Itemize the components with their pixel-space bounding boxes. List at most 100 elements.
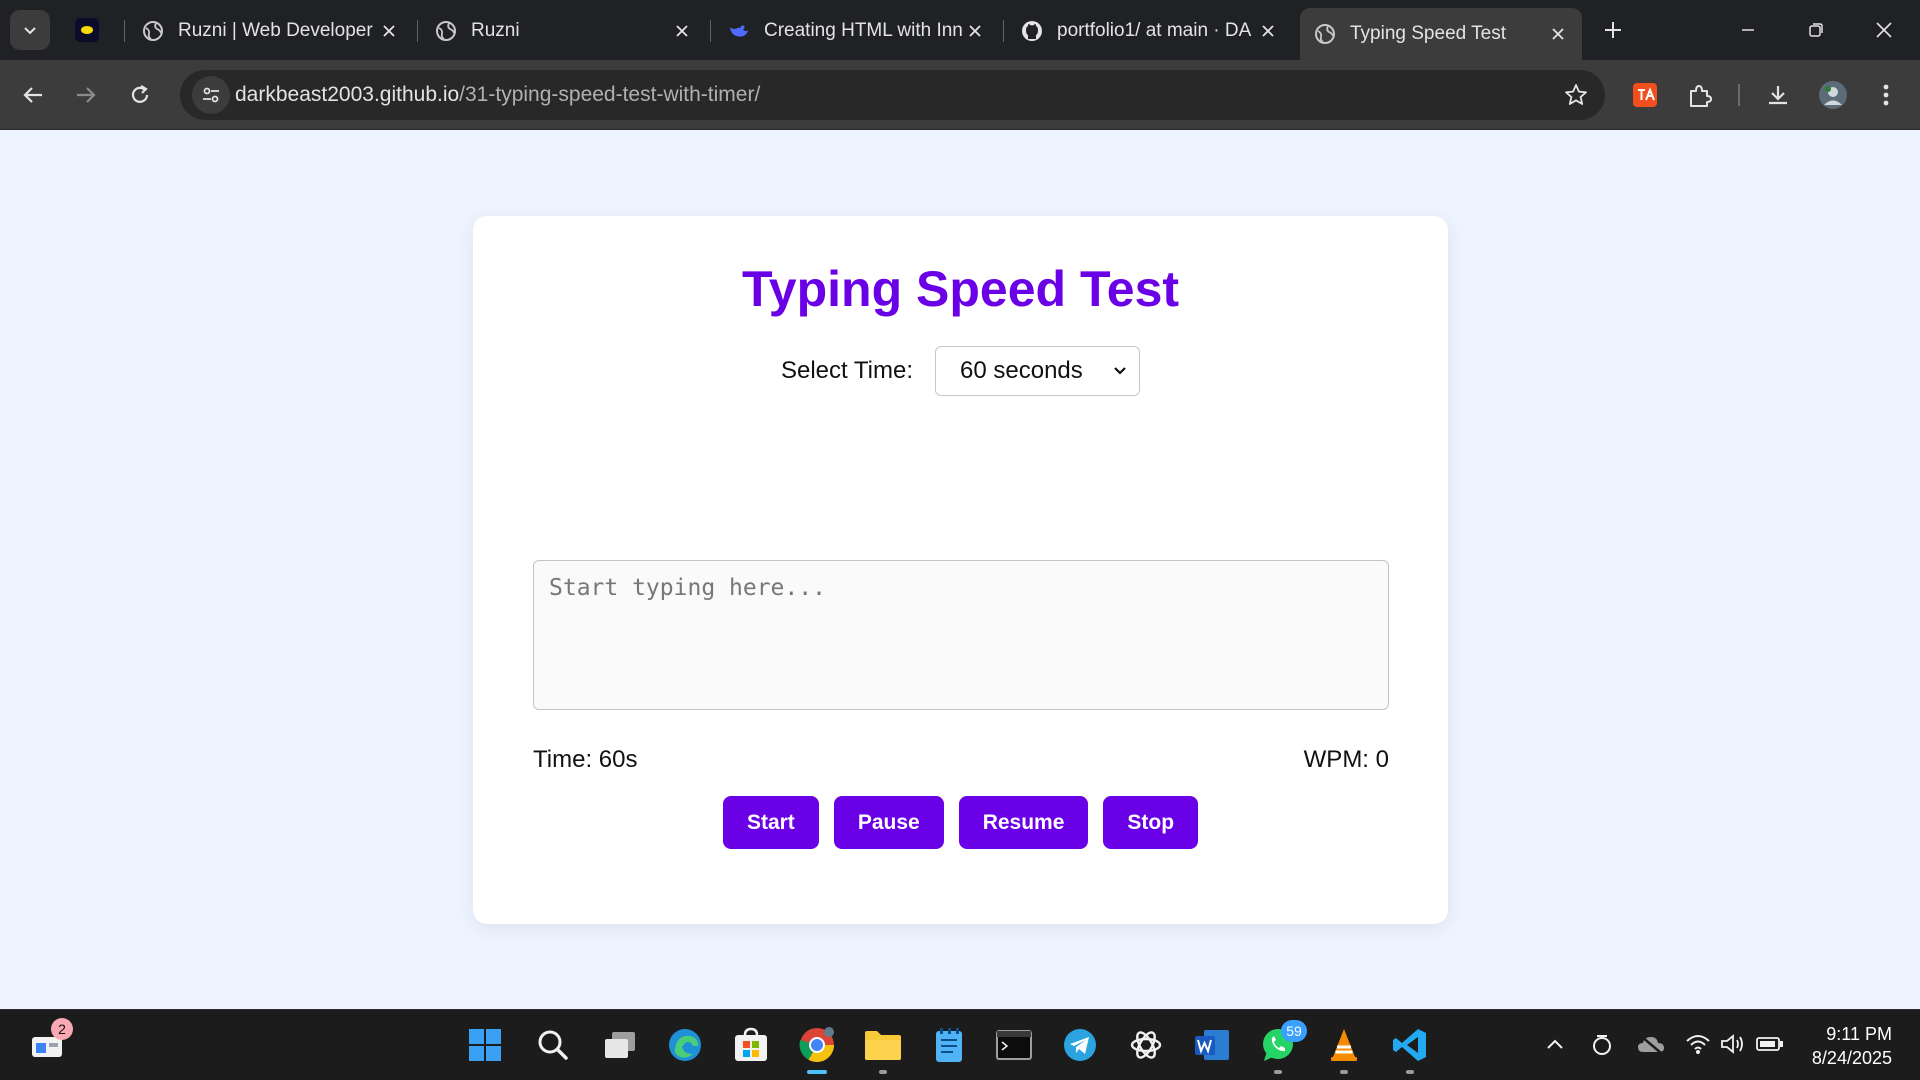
url-path: /31-typing-speed-test-with-timer/ bbox=[459, 83, 761, 106]
tab-creating-html[interactable]: Creating HTML with Inn bbox=[714, 10, 999, 52]
tray-overflow-button[interactable] bbox=[1541, 1030, 1569, 1058]
windows-logo-icon bbox=[469, 1029, 501, 1061]
vlc-icon bbox=[1331, 1029, 1357, 1061]
pause-button[interactable]: Pause bbox=[833, 796, 944, 849]
notepad-icon bbox=[936, 1028, 962, 1062]
page-viewport: Typing Speed Test Select Time: 60 second… bbox=[0, 131, 1920, 1009]
page-title: Typing Speed Test bbox=[741, 261, 1180, 317]
tab-separator bbox=[417, 20, 418, 42]
chevron-down-icon bbox=[24, 27, 36, 35]
folder-icon bbox=[865, 1031, 901, 1060]
widgets-badge: 2 bbox=[51, 1018, 73, 1040]
taskbar-clock[interactable]: 9:11 PM 8/24/2025 bbox=[1812, 1022, 1892, 1070]
time-select[interactable]: 60 seconds bbox=[935, 346, 1141, 396]
word-icon bbox=[1195, 1030, 1229, 1060]
deepseek-whale-icon bbox=[728, 20, 750, 42]
avatar-icon bbox=[1819, 81, 1847, 109]
wpm-value: WPM: 0 bbox=[1303, 746, 1389, 773]
search-icon bbox=[538, 1030, 568, 1060]
resume-button[interactable]: Resume bbox=[958, 796, 1089, 849]
widgets-button[interactable]: 2 bbox=[25, 1018, 73, 1068]
stop-button[interactable]: Stop bbox=[1103, 796, 1199, 849]
taskbar-vscode[interactable] bbox=[1387, 1022, 1433, 1074]
extensions-button[interactable] bbox=[1680, 75, 1720, 115]
typing-test-card: Typing Speed Test Select Time: 60 second… bbox=[473, 216, 1448, 924]
tab-title: Ruzni bbox=[471, 20, 520, 41]
start-button[interactable]: Start bbox=[722, 796, 819, 849]
tune-icon bbox=[203, 87, 219, 103]
tab-title: Creating HTML with Inn bbox=[764, 20, 963, 41]
tab-title: Ruzni | Web Developer bbox=[178, 20, 373, 41]
sync-icon bbox=[1593, 1035, 1611, 1055]
running-indicator bbox=[1340, 1070, 1348, 1074]
taskbar-vlc[interactable] bbox=[1321, 1022, 1367, 1074]
forward-button[interactable] bbox=[66, 75, 106, 115]
github-icon bbox=[1021, 20, 1043, 42]
taskbar-whatsapp[interactable]: 59 bbox=[1255, 1020, 1307, 1074]
tray-wifi[interactable] bbox=[1684, 1030, 1712, 1058]
tab-portfolio-github[interactable]: portfolio1/ at main · DA bbox=[1007, 10, 1292, 52]
chrome-icon bbox=[799, 1027, 834, 1062]
close-window-button[interactable] bbox=[1862, 10, 1906, 50]
time-remaining: Time: 60s bbox=[533, 746, 638, 773]
tray-onedrive[interactable] bbox=[1637, 1030, 1665, 1058]
tab-typing-speed-test[interactable]: Typing Speed Test bbox=[1300, 8, 1582, 60]
plus-icon bbox=[1605, 22, 1621, 38]
taskbar-edge[interactable] bbox=[662, 1022, 708, 1068]
taskbar-file-explorer[interactable] bbox=[860, 1022, 906, 1074]
reload-button[interactable] bbox=[120, 75, 160, 115]
restore-button[interactable] bbox=[1794, 10, 1838, 50]
tray-volume[interactable] bbox=[1719, 1030, 1747, 1058]
taskbar-chrome[interactable] bbox=[794, 1022, 840, 1074]
tray-app-icon[interactable] bbox=[1588, 1030, 1616, 1058]
taskbar-word[interactable] bbox=[1189, 1022, 1235, 1068]
tab-separator bbox=[710, 20, 711, 42]
downloads-button[interactable] bbox=[1758, 75, 1798, 115]
menu-button[interactable] bbox=[1866, 75, 1906, 115]
clock-time: 9:11 PM bbox=[1826, 1024, 1892, 1044]
chevron-down-icon bbox=[1114, 367, 1126, 375]
time-select-row: Select Time: 60 seconds bbox=[473, 346, 1448, 396]
close-icon[interactable] bbox=[377, 19, 401, 43]
taskbar-task-view[interactable] bbox=[597, 1022, 643, 1068]
chevron-up-icon bbox=[1547, 1039, 1563, 1049]
taskbar-store[interactable] bbox=[728, 1022, 774, 1068]
url-text: darkbeast2003.github.io/31-typing-speed-… bbox=[235, 83, 760, 107]
tab-separator bbox=[124, 20, 125, 42]
stats-row: Time: 60s WPM: 0 bbox=[533, 746, 1389, 774]
new-tab-button[interactable] bbox=[1597, 14, 1629, 46]
tray-battery[interactable] bbox=[1756, 1030, 1784, 1058]
extension-button[interactable] bbox=[1625, 75, 1665, 115]
taskbar-chatgpt[interactable] bbox=[1123, 1022, 1169, 1068]
taskbar-telegram[interactable] bbox=[1057, 1022, 1103, 1068]
close-icon[interactable] bbox=[1546, 22, 1570, 46]
minimize-button[interactable] bbox=[1726, 10, 1770, 50]
vscode-icon bbox=[1393, 1029, 1426, 1061]
running-indicator bbox=[879, 1070, 887, 1074]
pinned-tab[interactable] bbox=[75, 18, 99, 42]
typing-input[interactable]: Start typing here... bbox=[533, 560, 1389, 710]
control-buttons: Start Pause Resume Stop bbox=[473, 796, 1448, 849]
close-icon[interactable] bbox=[963, 19, 987, 43]
bookmark-star-icon[interactable] bbox=[1563, 82, 1589, 108]
taskbar-terminal[interactable] bbox=[991, 1022, 1037, 1068]
tab-title: portfolio1/ at main · DA bbox=[1057, 20, 1252, 41]
tab-search-button[interactable] bbox=[10, 10, 50, 50]
toolbar-divider bbox=[1738, 84, 1740, 106]
more-vert-icon bbox=[1883, 84, 1889, 106]
close-icon[interactable] bbox=[1256, 19, 1280, 43]
puzzle-icon bbox=[1690, 85, 1712, 107]
back-button[interactable] bbox=[13, 75, 53, 115]
tab-ruzni-web-developer[interactable]: Ruzni | Web Developer bbox=[128, 10, 413, 52]
site-info-button[interactable] bbox=[192, 76, 230, 114]
close-icon[interactable] bbox=[670, 19, 694, 43]
taskbar-start[interactable] bbox=[462, 1022, 508, 1068]
tab-ruzni[interactable]: Ruzni bbox=[421, 10, 706, 52]
address-bar[interactable]: darkbeast2003.github.io/31-typing-speed-… bbox=[180, 70, 1605, 120]
taskbar-notepad[interactable] bbox=[926, 1022, 972, 1068]
minimize-icon bbox=[1742, 29, 1754, 31]
profile-avatar[interactable] bbox=[1813, 75, 1853, 115]
taskbar-search[interactable] bbox=[530, 1022, 576, 1068]
arrow-left-icon bbox=[23, 87, 42, 103]
globe-icon bbox=[1314, 23, 1336, 45]
